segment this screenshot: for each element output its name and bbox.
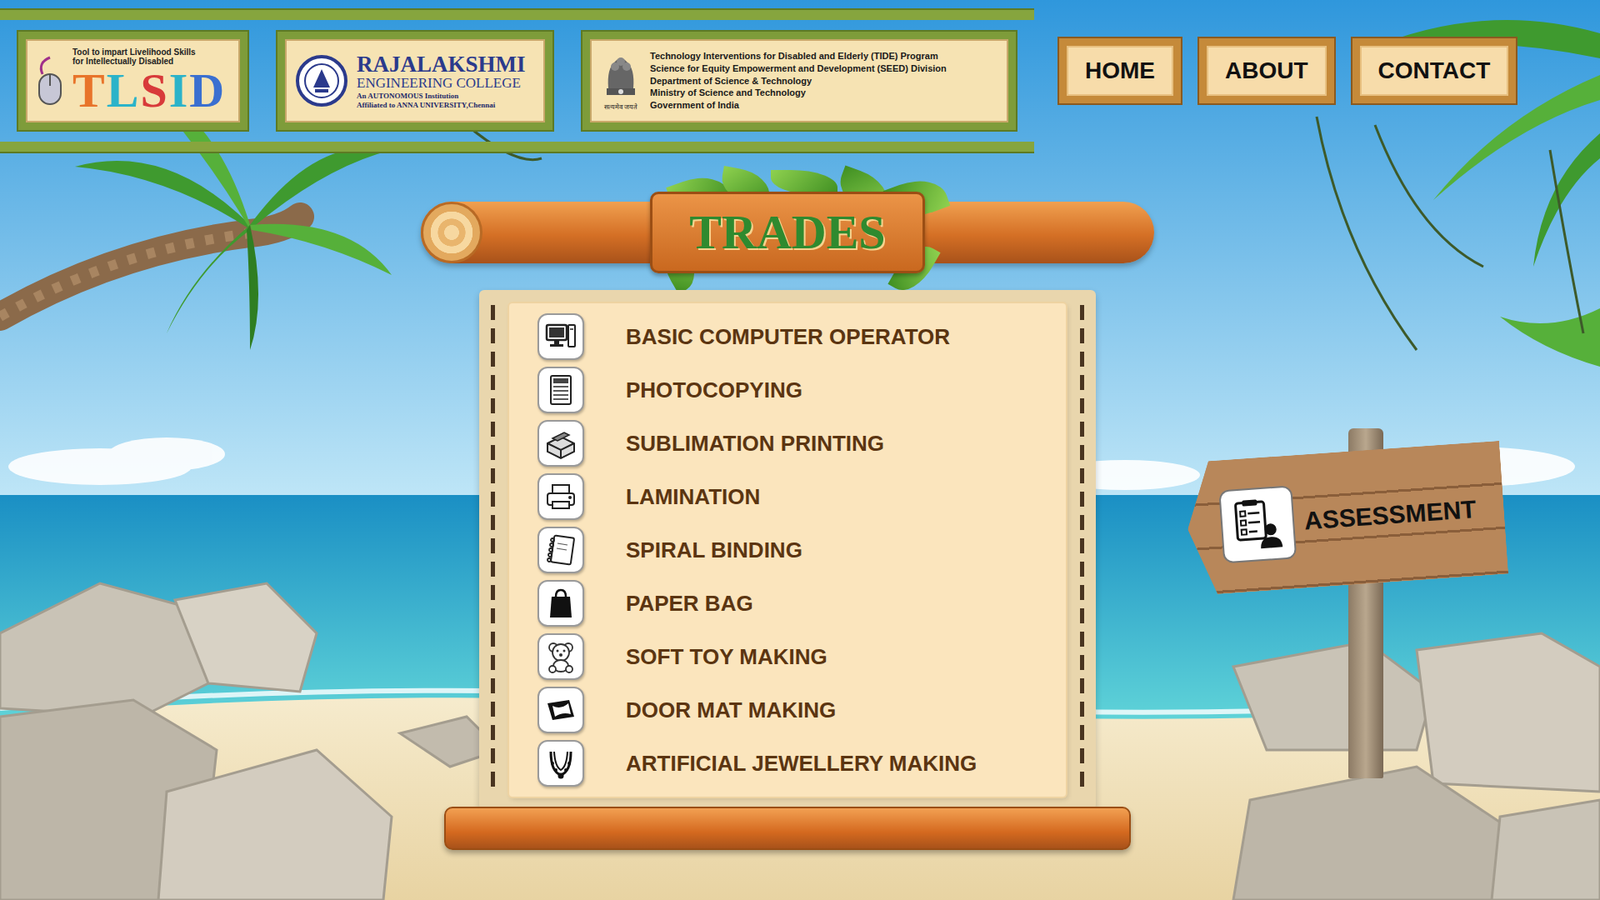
laminator-icon xyxy=(544,480,578,514)
main-area: TRADES BASIC COMPUTER OPERATOR PHOTOCOPYIN… xyxy=(0,158,1600,900)
assessment-label[interactable]: ASSESSMENT xyxy=(1303,495,1478,535)
trade-label[interactable]: ARTIFICIAL JEWELLERY MAKING xyxy=(625,750,977,777)
nav-button[interactable]: HOME xyxy=(1059,38,1181,104)
trade-icon-box[interactable] xyxy=(537,740,585,787)
bottom-log xyxy=(444,806,1131,850)
paper-bag-icon xyxy=(544,586,578,620)
government-logo: सत्यमेव जयते Technology Interventions for… xyxy=(582,31,1016,130)
trade-item[interactable]: BASIC COMPUTER OPERATOR xyxy=(537,310,1066,364)
trades-panel: TRADES BASIC COMPUTER OPERATOR PHOTOCOPYIN… xyxy=(420,170,1155,900)
trade-icon-box[interactable] xyxy=(537,526,585,574)
necklace-icon xyxy=(544,746,578,780)
college-note: An AUTONOMOUS Institution xyxy=(356,91,526,101)
tlsid-tagline: Tool to impart Livelihood Skills xyxy=(72,47,226,58)
header: Tool to impart Livelihood Skillsfor Inte… xyxy=(0,0,1600,159)
tlsid-logo: Tool to impart Livelihood Skillsfor Inte… xyxy=(18,31,248,130)
trade-icon-box[interactable] xyxy=(537,420,585,467)
main-nav: HOME ABOUT CONTACT xyxy=(1059,38,1516,104)
assessment-sign[interactable]: ASSESSMENT xyxy=(1183,440,1509,596)
emblem-motto: सत्यमेव जयते xyxy=(604,101,639,111)
trade-label[interactable]: SPIRAL BINDING xyxy=(625,537,803,564)
college-note: Affiliated to ANNA UNIVERSITY,Chennai xyxy=(356,100,526,110)
trade-label[interactable]: LAMINATION xyxy=(625,484,760,510)
mouse-icon xyxy=(35,55,65,106)
computer-icon xyxy=(544,320,578,354)
trade-item[interactable]: SUBLIMATION PRINTING xyxy=(537,416,1066,470)
college-subtitle: ENGINEERING COLLEGE xyxy=(356,75,526,92)
college-emblem-icon xyxy=(295,54,349,108)
sublimation-printer-icon xyxy=(544,426,578,460)
nav-button[interactable]: CONTACT xyxy=(1352,38,1517,104)
trade-label[interactable]: SUBLIMATION PRINTING xyxy=(625,430,885,457)
trades-list: BASIC COMPUTER OPERATOR PHOTOCOPYING SUBLI… xyxy=(509,303,1066,797)
trade-item[interactable]: LAMINATION xyxy=(537,470,1066,524)
trade-item[interactable]: ARTIFICIAL JEWELLERY MAKING xyxy=(537,736,1066,790)
national-emblem-icon xyxy=(600,51,642,102)
title-plank: TRADES xyxy=(650,191,925,274)
tlsid-text: Tool to impart Livelihood Skillsfor Inte… xyxy=(72,47,226,115)
trade-label[interactable]: DOOR MAT MAKING xyxy=(625,697,836,724)
trade-item[interactable]: DOOR MAT MAKING xyxy=(537,683,1066,737)
college-logo: RAJALAKSHMIENGINEERING COLLEGEAn AUTONOM… xyxy=(277,31,553,130)
trade-label[interactable]: PAPER BAG xyxy=(625,590,754,617)
college-text: RAJALAKSHMIENGINEERING COLLEGEAn AUTONOM… xyxy=(356,52,526,110)
trade-icon-box[interactable] xyxy=(537,313,585,360)
government-line: Technology Interventions for Disabled an… xyxy=(650,50,947,63)
nav-button[interactable]: ABOUT xyxy=(1199,38,1335,104)
government-line: Department of Science & Technology xyxy=(650,75,947,88)
trade-label[interactable]: BASIC COMPUTER OPERATOR xyxy=(625,324,950,350)
door-mat-icon xyxy=(544,693,578,727)
trade-icon-box[interactable] xyxy=(537,686,585,734)
teddy-bear-icon xyxy=(544,640,578,674)
assessment-icon xyxy=(1230,496,1285,552)
trade-icon-box[interactable] xyxy=(537,580,585,627)
government-line: Science for Equity Empowerment and Devel… xyxy=(650,62,947,75)
spiral-notebook-icon xyxy=(544,533,578,567)
trade-item[interactable]: SPIRAL BINDING xyxy=(537,523,1066,577)
trade-label[interactable]: PHOTOCOPYING xyxy=(625,377,803,404)
trade-item[interactable]: PHOTOCOPYING xyxy=(537,363,1066,417)
national-emblem: सत्यमेव जयते xyxy=(600,51,642,111)
trade-label[interactable]: SOFT TOY MAKING xyxy=(625,644,828,670)
trade-icon-box[interactable] xyxy=(537,473,585,520)
government-line: Ministry of Science and Technology xyxy=(650,86,947,100)
trades-board: BASIC COMPUTER OPERATOR PHOTOCOPYING SUBLI… xyxy=(479,290,1096,810)
assessment-icon-box[interactable] xyxy=(1218,485,1297,564)
trade-item[interactable]: SOFT TOY MAKING xyxy=(537,630,1066,684)
trade-icon-box[interactable] xyxy=(537,633,585,680)
trades-title: TRADES xyxy=(689,205,885,260)
government-text: Technology Interventions for Disabled an… xyxy=(650,50,947,112)
photocopier-icon xyxy=(544,373,578,407)
trade-item[interactable]: PAPER BAG xyxy=(537,576,1066,630)
trade-icon-box[interactable] xyxy=(537,366,585,414)
title-sign: TRADES xyxy=(420,170,1155,295)
government-line: Government of India xyxy=(650,99,947,112)
college-name: RAJALAKSHMI xyxy=(356,52,526,76)
log-end xyxy=(420,201,483,264)
logo-bar: Tool to impart Livelihood Skillsfor Inte… xyxy=(0,10,1035,152)
tlsid-title: TLSID xyxy=(72,66,226,115)
